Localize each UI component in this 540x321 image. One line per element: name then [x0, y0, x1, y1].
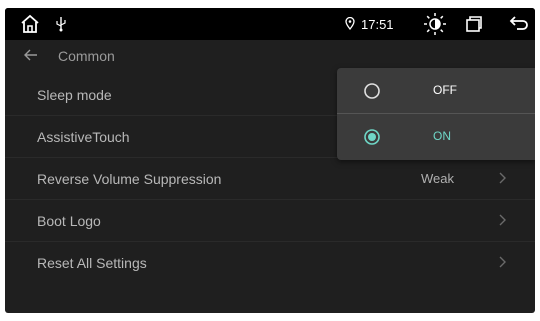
radio-unchecked-icon[interactable]	[363, 82, 381, 100]
arrow-left-icon[interactable]	[23, 47, 39, 63]
chevron-right-icon	[497, 213, 507, 227]
setting-label: Reset All Settings	[37, 255, 147, 271]
setting-label: Boot Logo	[37, 213, 101, 229]
setting-label: Reverse Volume Suppression	[37, 171, 222, 187]
chevron-right-icon	[497, 255, 507, 269]
setting-label: Sleep mode	[37, 87, 112, 103]
usb-icon	[55, 16, 67, 32]
location-icon	[345, 17, 355, 30]
option-label: ON	[433, 129, 451, 143]
setting-reverse-volume-suppression[interactable]: Reverse Volume Suppression Weak	[5, 158, 535, 200]
chevron-right-icon	[497, 171, 507, 185]
brightness-icon[interactable]	[423, 12, 447, 36]
option-label: OFF	[433, 83, 457, 97]
setting-label: AssistiveTouch	[37, 129, 130, 145]
recent-apps-icon[interactable]	[465, 15, 483, 33]
radio-checked-icon[interactable]	[363, 128, 381, 146]
page-title: Common	[58, 48, 115, 64]
back-icon[interactable]	[509, 15, 529, 33]
setting-reset-all-settings[interactable]: Reset All Settings	[5, 242, 535, 283]
status-bar: 17:51	[5, 8, 535, 40]
setting-boot-logo[interactable]: Boot Logo	[5, 200, 535, 242]
clock: 17:51	[361, 16, 394, 32]
screen: 17:51 Common Sleep mode AssistiveTouch R…	[5, 8, 535, 313]
option-popup: OFF ON	[337, 68, 535, 160]
home-icon[interactable]	[19, 13, 41, 35]
setting-value: Weak	[421, 171, 454, 186]
option-off[interactable]: OFF	[337, 68, 535, 114]
option-on[interactable]: ON	[337, 114, 535, 159]
